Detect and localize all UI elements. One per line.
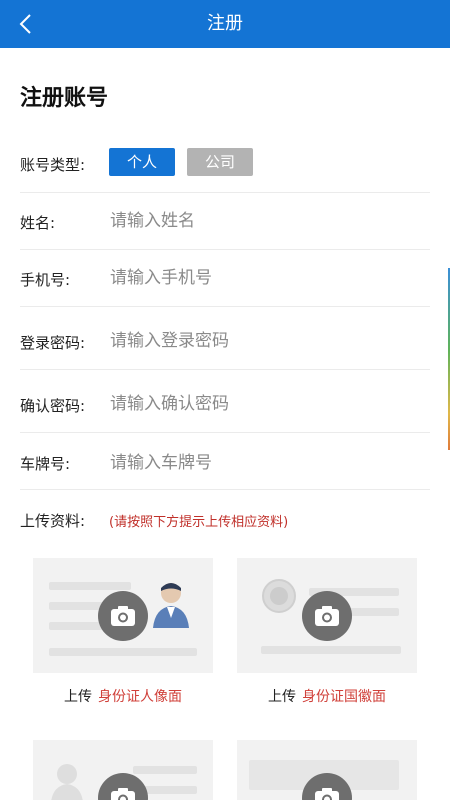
upload-card-3[interactable] [33,740,213,800]
upload-item-name: 身份证国徽面 [302,689,386,705]
placeholder-line [49,648,197,656]
upload-card-4[interactable] [237,740,417,800]
upload-prefix: 上传 [268,689,296,705]
upload-prefix: 上传 [64,689,92,705]
camera-icon [315,606,339,626]
password-input[interactable] [110,329,430,353]
upload-label: 上传资料: [20,512,86,530]
upload-id-portrait-card[interactable] [33,558,213,673]
plate-label: 车牌号: [20,455,71,473]
placeholder-line [133,766,197,774]
national-emblem-icon [262,579,296,613]
name-label: 姓名: [20,214,56,232]
camera-icon [111,788,135,800]
account-type-personal-button[interactable]: 个人 [109,148,175,176]
confirm-password-label: 确认密码: [20,397,86,415]
upload-id-emblem-card[interactable] [237,558,417,673]
account-type-label: 账号类型: [20,156,86,174]
camera-icon [111,606,135,626]
portrait-silhouette-icon [153,583,189,628]
plate-row: 车牌号: [20,432,430,490]
confirm-password-row: 确认密码: [20,369,430,433]
phone-label: 手机号: [20,271,71,289]
upload-hint: (请按照下方提示上传相应资料) [109,515,289,530]
header-title: 注册 [207,13,243,34]
upload-id-emblem-caption: 上传 身份证国徽面 [237,686,417,706]
person-silhouette-icon [51,764,83,800]
placeholder-line [49,582,131,590]
account-type-company-button[interactable]: 公司 [187,148,253,176]
confirm-password-input[interactable] [110,392,430,416]
name-input[interactable] [110,209,430,233]
page-title: 注册账号 [20,86,109,111]
camera-button [98,773,148,800]
password-row: 登录密码: [20,306,430,370]
phone-row: 手机号: [20,249,430,307]
phone-input[interactable] [110,266,430,290]
plate-input[interactable] [110,451,430,475]
account-type-row: 账号类型: 个人 公司 [20,148,430,193]
name-row: 姓名: [20,192,430,250]
upload-item-name: 身份证人像面 [98,689,182,705]
top-bar: 注册 [0,0,450,48]
upload-id-portrait-caption: 上传 身份证人像面 [33,686,213,706]
camera-button [98,591,148,641]
camera-button [302,591,352,641]
camera-icon [315,788,339,800]
placeholder-line [261,646,401,654]
password-label: 登录密码: [20,334,86,352]
